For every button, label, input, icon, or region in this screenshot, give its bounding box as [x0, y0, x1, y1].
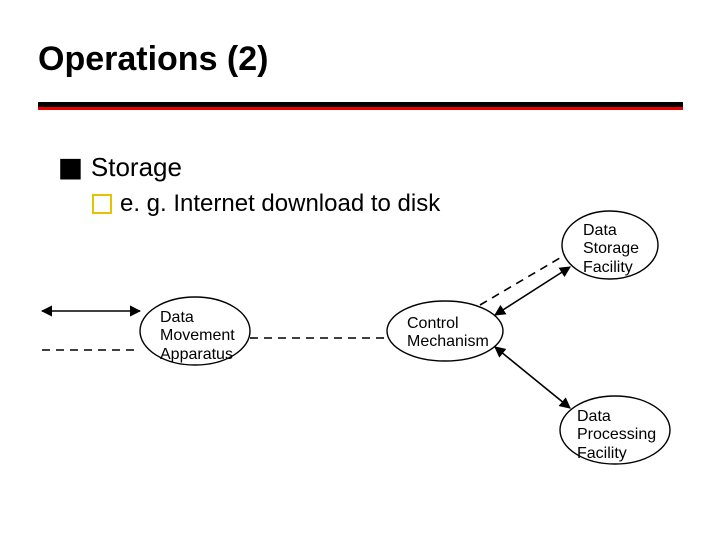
label-control-mechanism: Control Mechanism [407, 315, 489, 352]
slide: Operations (2) ◼ Storage e. g. Internet … [0, 0, 720, 540]
slide-title: Operations (2) [38, 40, 268, 79]
label-data-storage: Data Storage Facility [583, 222, 639, 277]
bullet-level1: ◼ Storage [58, 150, 182, 185]
divider-red [38, 107, 683, 110]
filled-square-icon: ◼ [58, 150, 83, 185]
edge-control-to-storage-dashed [480, 255, 565, 305]
bullet-level2: e. g. Internet download to disk [92, 190, 440, 218]
edge-control-to-storage [495, 267, 570, 315]
bullet-level1-text: Storage [91, 152, 182, 183]
label-data-movement: Data Movement Apparatus [160, 309, 235, 364]
label-data-processing: Data Processing Facility [577, 408, 656, 463]
hollow-square-icon [92, 194, 112, 214]
bullet-level2-text: e. g. Internet download to disk [120, 190, 440, 218]
edge-control-to-processing [495, 347, 570, 408]
